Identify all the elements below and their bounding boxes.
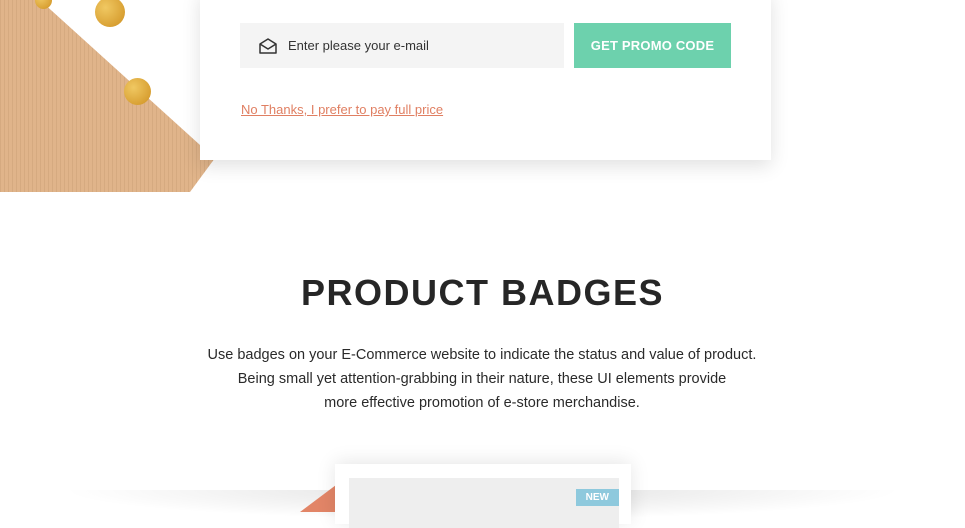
section-description: Use badges on your E-Commerce website to… <box>182 343 782 415</box>
decline-promo-link[interactable]: No Thanks, I prefer to pay full price <box>241 102 443 117</box>
description-line: Use badges on your E-Commerce website to… <box>207 347 757 363</box>
promo-signup-card: GET PROMO CODE No Thanks, I prefer to pa… <box>200 0 771 160</box>
product-card[interactable]: NEW <box>335 464 631 528</box>
email-input[interactable] <box>286 37 550 54</box>
get-promo-code-button[interactable]: GET PROMO CODE <box>574 23 731 68</box>
description-line: more effective promotion of e-store merc… <box>324 395 640 411</box>
gold-dot <box>124 78 151 105</box>
new-badge: NEW <box>575 489 619 506</box>
envelope-icon <box>258 37 278 54</box>
email-field-container[interactable] <box>240 23 564 68</box>
section-title: PRODUCT BADGES <box>300 272 665 313</box>
description-line: Being small yet attention-grabbing in th… <box>237 371 727 387</box>
